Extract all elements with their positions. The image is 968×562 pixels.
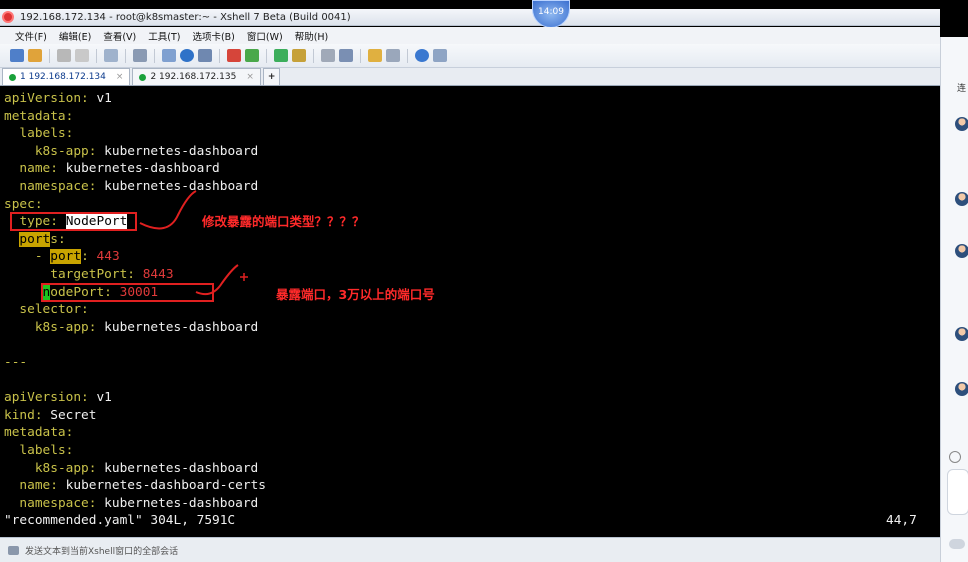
annotation-type-note: 修改暴露的端口类型？？？？ xyxy=(202,214,365,229)
layout-icon[interactable] xyxy=(368,49,382,62)
side-chat-panel[interactable]: 连 xyxy=(940,37,968,562)
globe-icon[interactable] xyxy=(180,49,194,62)
tile-icon[interactable] xyxy=(386,49,400,62)
annotation-nodeport-note: 暴露端口，3万以上的端口号 xyxy=(276,287,435,302)
new-tab-button[interactable]: + xyxy=(262,68,281,85)
menu-window[interactable]: 窗口(W) xyxy=(247,29,283,43)
tab-session-1[interactable]: 1 192.168.172.134 × xyxy=(2,68,131,85)
user-avatar[interactable] xyxy=(955,117,968,131)
connect-icon[interactable] xyxy=(57,49,71,62)
find-icon[interactable] xyxy=(133,49,147,62)
top-strip xyxy=(0,0,968,9)
user-avatar[interactable] xyxy=(955,244,968,258)
compose-icon[interactable] xyxy=(339,49,353,62)
copy-icon[interactable] xyxy=(162,49,176,62)
toolbar-divider xyxy=(96,48,97,63)
disconnect-icon[interactable] xyxy=(75,49,89,62)
tab-label: 1 192.168.172.134 xyxy=(20,72,106,82)
user-avatar[interactable] xyxy=(955,382,968,396)
toolbar-divider xyxy=(407,48,408,63)
title-bar: 192.168.172.134 - root@k8smaster:~ - Xsh… xyxy=(0,9,940,26)
tab-label: 2 192.168.172.135 xyxy=(150,72,237,82)
toolbar-divider xyxy=(154,48,155,63)
user-avatar[interactable] xyxy=(955,327,968,341)
annotation-curve-2 xyxy=(195,264,239,296)
properties-icon[interactable] xyxy=(104,49,118,62)
toggle-switch[interactable] xyxy=(949,539,965,549)
toolbar-divider xyxy=(125,48,126,63)
menu-file[interactable]: 文件(F) xyxy=(15,29,47,43)
toolbar-divider xyxy=(219,48,220,63)
connected-status-icon xyxy=(9,73,16,81)
xshell-app-icon xyxy=(2,11,14,23)
chat-input-box[interactable] xyxy=(947,469,968,515)
connected-status-icon xyxy=(139,73,147,81)
menu-bar: 文件(F) 编辑(E) 查看(V) 工具(T) 选项卡(B) 窗口(W) 帮助(… xyxy=(0,27,940,44)
toolbar-divider xyxy=(360,48,361,63)
annotation-curve-1 xyxy=(139,190,197,230)
menu-view[interactable]: 查看(V) xyxy=(103,29,136,43)
close-tab-icon[interactable]: × xyxy=(246,72,254,82)
tab-session-2[interactable]: 2 192.168.172.135 × xyxy=(132,68,261,85)
side-panel-label: 连 xyxy=(957,84,967,94)
menu-help[interactable]: 帮助(H) xyxy=(295,29,329,43)
toolbar xyxy=(0,44,940,68)
chat-icon[interactable] xyxy=(433,49,447,62)
window-title: 192.168.172.134 - root@k8smaster:~ - Xsh… xyxy=(20,11,351,23)
compose-bar-icon xyxy=(8,545,19,555)
user-avatar[interactable] xyxy=(955,192,968,206)
compose-bar-hint: 发送文本到当前Xshell窗口的全部会话 xyxy=(25,546,179,557)
xftp-icon[interactable] xyxy=(227,49,241,62)
script-icon[interactable] xyxy=(245,49,259,62)
toolbar-divider xyxy=(49,48,50,63)
help-icon[interactable] xyxy=(415,49,429,62)
open-folder-icon[interactable] xyxy=(28,49,42,62)
compose-bar[interactable]: 发送文本到当前Xshell窗口的全部会话 xyxy=(0,537,940,562)
annotation-plus xyxy=(240,273,248,281)
annotation-strokes xyxy=(139,190,248,296)
menu-edit[interactable]: 编辑(E) xyxy=(59,29,91,43)
toolbar-divider xyxy=(313,48,314,63)
close-tab-icon[interactable]: × xyxy=(116,72,124,82)
emoji-icon[interactable] xyxy=(949,451,961,463)
menu-tabs[interactable]: 选项卡(B) xyxy=(192,29,234,43)
lock-icon[interactable] xyxy=(292,49,306,62)
terminal-viewport[interactable]: apiVersion: v1 metadata: labels: k8s-app… xyxy=(0,87,940,537)
toolbar-divider xyxy=(266,48,267,63)
fullscreen-icon[interactable] xyxy=(274,49,288,62)
keyboard-icon[interactable] xyxy=(321,49,335,62)
font-icon[interactable] xyxy=(198,49,212,62)
menu-tools[interactable]: 工具(T) xyxy=(148,29,180,43)
session-tab-bar: 1 192.168.172.134 × 2 192.168.172.135 × … xyxy=(0,68,940,86)
new-session-icon[interactable] xyxy=(10,49,24,62)
